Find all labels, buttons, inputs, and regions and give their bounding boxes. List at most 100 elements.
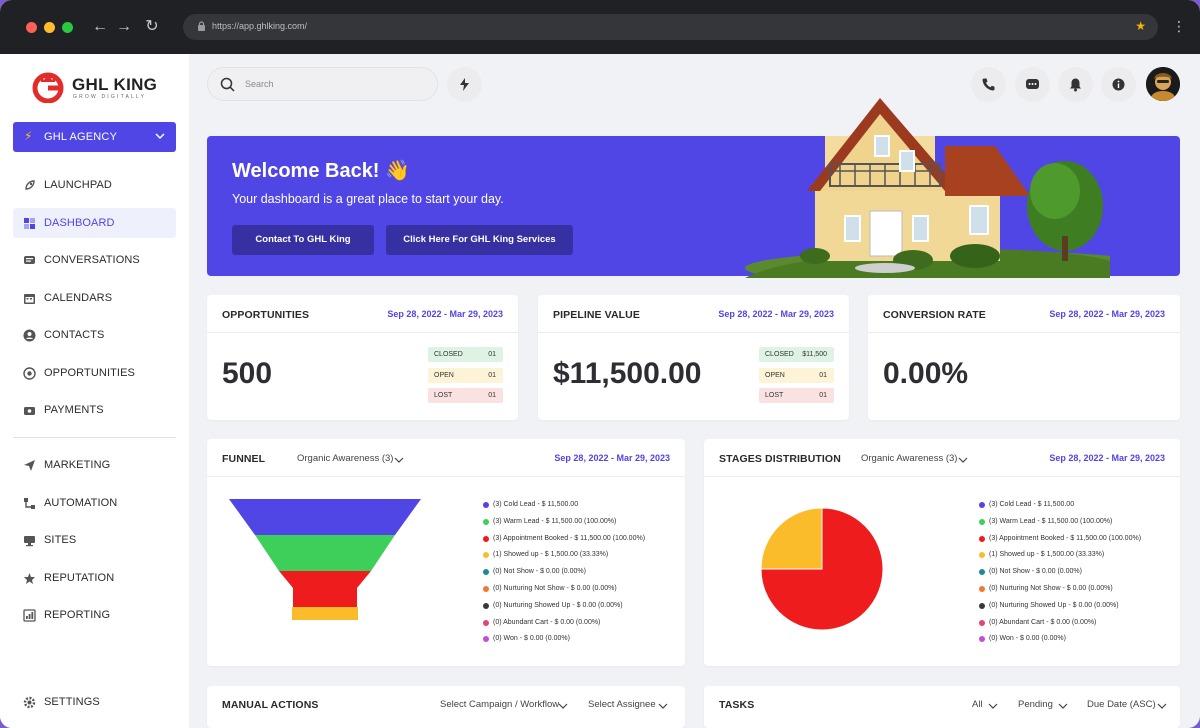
sidebar-item-marketing[interactable]: MARKETING	[13, 450, 176, 480]
chevron-down-icon	[394, 457, 404, 463]
user-avatar[interactable]	[1146, 67, 1180, 101]
search-placeholder: Search	[245, 79, 274, 89]
forward-arrow-icon[interactable]: →	[114, 17, 134, 37]
legend-label: (0) Nurturing Not Show - $ 0.00 (0.00%)	[493, 585, 617, 592]
legend-dot-icon	[483, 602, 489, 609]
message-icon	[1026, 79, 1039, 89]
legend-label: (3) Cold Lead - $ 11,500.00	[989, 501, 1075, 508]
chevron-down-icon	[958, 457, 968, 463]
back-arrow-icon[interactable]: ←	[90, 17, 110, 37]
date-range[interactable]: Sep 28, 2022 - Mar 29, 2023	[1049, 453, 1165, 463]
sidebar-item-settings[interactable]: SETTINGS	[13, 687, 176, 717]
address-bar[interactable]: https://app.ghlking.com/ ★	[183, 14, 1158, 40]
chart-icon	[23, 609, 36, 622]
date-range[interactable]: Sep 28, 2022 - Mar 29, 2023	[387, 309, 503, 319]
maximize-window-button[interactable]	[62, 22, 73, 33]
info-icon	[1112, 78, 1125, 91]
funnel-segment-appointment-booked[interactable]	[279, 571, 371, 607]
card-header: OPPORTUNITIES Sep 28, 2022 - Mar 29, 202…	[207, 295, 518, 333]
browser-window: ← → ↻ https://app.ghlking.com/ ★ ⋮ GHL K…	[0, 0, 1200, 728]
lock-icon	[198, 21, 205, 31]
tasks-sort-dropdown[interactable]: Due Date (ASC)	[1087, 699, 1167, 710]
card-title: MANUAL ACTIONS	[222, 699, 319, 711]
funnel-segment-cold-lead[interactable]	[229, 499, 421, 535]
legend-dot-icon	[483, 502, 489, 508]
legend-dot-icon	[483, 619, 489, 626]
browser-menu-icon[interactable]: ⋮	[1172, 19, 1186, 33]
search-input[interactable]: Search	[207, 67, 438, 101]
address-url: https://app.ghlking.com/	[212, 21, 308, 31]
sidebar-item-label: CONTACTS	[44, 329, 105, 341]
open-pill: OPEN 01	[759, 368, 834, 383]
date-range[interactable]: Sep 28, 2022 - Mar 29, 2023	[718, 309, 834, 319]
legend-label: (0) Abundant Cart - $ 0.00 (0.00%)	[989, 618, 1097, 626]
sidebar-item-conversations[interactable]: CONVERSATIONS	[13, 245, 176, 275]
sidebar-item-label: SITES	[44, 534, 77, 546]
legend-dot-icon	[979, 552, 985, 559]
brand-logo[interactable]: GHL KING GROW DIGITALLY	[32, 70, 162, 106]
lightning-icon	[460, 78, 469, 91]
sidebar-item-sites[interactable]: SITES	[13, 525, 176, 555]
legend-label: (0) Won - $ 0.00 (0.00%)	[493, 635, 570, 643]
legend-dot-icon	[979, 586, 985, 592]
conversion-rate-card: CONVERSION RATE Sep 28, 2022 - Mar 29, 2…	[868, 295, 1180, 420]
sidebar-item-launchpad[interactable]: LAUNCHPAD	[13, 170, 176, 200]
funnel-filter-dropdown[interactable]: Organic Awareness (3)	[297, 453, 404, 464]
legend-dot-icon	[483, 518, 489, 525]
legend-dot-icon	[483, 552, 489, 559]
legend-dot-icon	[979, 602, 985, 609]
legend-dot-icon	[979, 619, 985, 626]
sidebar-item-label: AUTOMATION	[44, 497, 118, 509]
sidebar-item-label: LAUNCHPAD	[44, 179, 112, 191]
sidebar-item-opportunities[interactable]: OPPORTUNITIES	[13, 358, 176, 388]
sidebar-item-automation[interactable]: AUTOMATION	[13, 488, 176, 518]
phone-icon	[982, 78, 995, 91]
pipeline-value-card: PIPELINE VALUE Sep 28, 2022 - Mar 29, 20…	[538, 295, 849, 420]
quick-action-button[interactable]	[447, 67, 482, 102]
funnel-chart	[229, 499, 421, 620]
sidebar-item-payments[interactable]: PAYMENTS	[13, 395, 176, 425]
conversion-value: 0.00%	[883, 357, 969, 390]
brand-name: GHL KING	[72, 75, 158, 94]
bookmark-star-icon[interactable]: ★	[1135, 19, 1146, 33]
sidebar-item-label: DASHBOARD	[44, 217, 115, 229]
tasks-all-dropdown[interactable]: All	[972, 699, 998, 710]
sidebar-item-label: CALENDARS	[44, 292, 113, 304]
minimize-window-button[interactable]	[44, 22, 55, 33]
campaign-dropdown[interactable]: Select Campaign / Workflow	[440, 699, 568, 710]
pie-slice-showed-up[interactable]	[760, 507, 823, 570]
funnel-segment-showed-up[interactable]	[292, 607, 358, 620]
sidebar-item-contacts[interactable]: CONTACTS	[13, 320, 176, 350]
legend-dot-icon	[979, 518, 985, 525]
legend-label: (0) Nurturing Not Show - $ 0.00 (0.00%)	[989, 585, 1113, 592]
stages-filter-dropdown[interactable]: Organic Awareness (3)	[861, 453, 968, 464]
chevron-down-icon	[558, 703, 568, 709]
chat-icon	[24, 256, 35, 264]
legend-dot-icon	[979, 502, 985, 508]
reload-icon[interactable]: ↻	[142, 17, 162, 37]
date-range[interactable]: Sep 28, 2022 - Mar 29, 2023	[554, 453, 670, 463]
agency-switcher[interactable]: ⚡ GHL AGENCY	[13, 122, 176, 152]
opportunities-card: OPPORTUNITIES Sep 28, 2022 - Mar 29, 202…	[207, 295, 518, 420]
close-window-button[interactable]	[26, 22, 37, 33]
banner-title: Welcome Back! 👋	[232, 160, 410, 182]
sidebar-item-dashboard[interactable]: DASHBOARD	[13, 208, 176, 238]
services-button[interactable]: Click Here For GHL King Services	[386, 225, 573, 255]
sidebar-item-reputation[interactable]: REPUTATION	[13, 563, 176, 593]
sidebar-item-calendars[interactable]: CALENDARS	[13, 283, 176, 313]
funnel-segment-warm-lead[interactable]	[255, 535, 395, 571]
opportunities-value: 500	[222, 357, 273, 390]
closed-pill: CLOSED $11,500	[759, 347, 834, 362]
ghl-king-logo-icon	[32, 72, 64, 103]
contact-button[interactable]: Contact To GHL King	[232, 225, 374, 255]
sidebar-item-reporting[interactable]: REPORTING	[13, 600, 176, 630]
bolt-icon: ⚡	[24, 129, 33, 143]
sidebar-item-label: SETTINGS	[44, 696, 100, 708]
date-range[interactable]: Sep 28, 2022 - Mar 29, 2023	[1049, 309, 1165, 319]
pipeline-value: $11,500.00	[553, 357, 702, 390]
tasks-status-dropdown[interactable]: Pending	[1018, 699, 1068, 710]
star-icon	[24, 573, 35, 584]
legend-label: (3) Appointment Booked - $ 11,500.00 (10…	[989, 534, 1142, 542]
grid-icon	[24, 218, 35, 229]
assignee-dropdown[interactable]: Select Assignee	[588, 699, 668, 710]
